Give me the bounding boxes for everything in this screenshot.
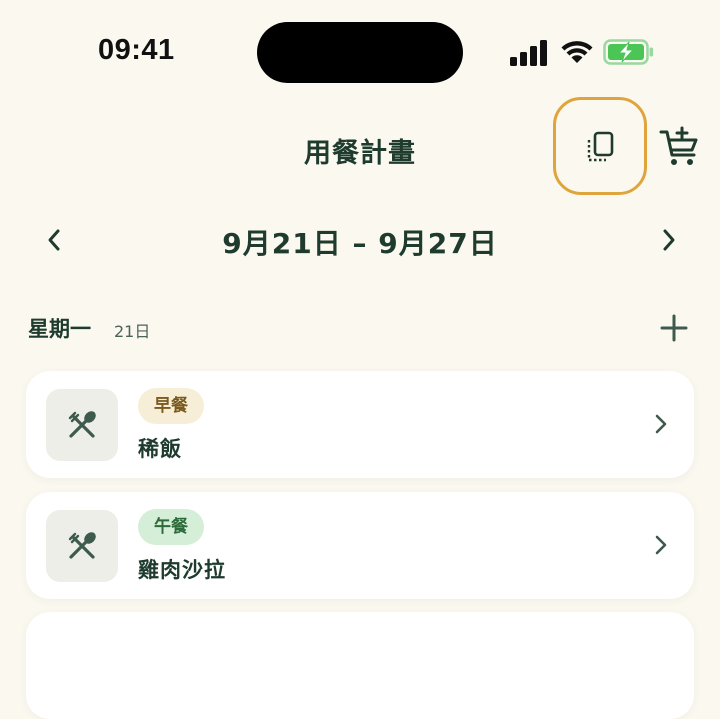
dynamic-island — [257, 22, 463, 83]
status-bar: 09:41 — [0, 0, 720, 100]
add-to-cart-button[interactable] — [658, 126, 702, 168]
chevron-right-icon — [655, 535, 667, 555]
day-date: 21日 — [114, 322, 151, 341]
meal-thumbnail — [46, 389, 118, 461]
meal-card-partial[interactable] — [26, 612, 694, 719]
add-to-cart-icon — [659, 126, 698, 165]
add-meal-button[interactable] — [660, 314, 688, 342]
battery-charging-icon — [603, 39, 653, 65]
fork-spoon-icon — [68, 411, 96, 438]
cellular-signal-icon — [510, 40, 547, 66]
copy-button[interactable] — [553, 97, 647, 195]
plus-icon — [660, 314, 688, 342]
meal-card-breakfast[interactable]: 早餐 稀飯 — [26, 371, 694, 478]
week-range-label: 9月21日 – 9月27日 — [222, 227, 498, 260]
day-header — [0, 305, 720, 351]
fork-spoon-icon — [68, 532, 96, 559]
meal-name: 雞肉沙拉 — [138, 558, 226, 582]
meal-type-badge: 午餐 — [138, 509, 204, 545]
day-name: 星期一 — [28, 317, 91, 341]
chevron-right-icon — [655, 414, 667, 434]
wifi-icon — [561, 41, 593, 63]
copy-icon — [587, 131, 614, 162]
meal-card-lunch[interactable]: 午餐 雞肉沙拉 — [26, 492, 694, 599]
next-week-button[interactable] — [659, 227, 679, 253]
chevron-right-icon — [663, 229, 675, 251]
meal-type-badge: 早餐 — [138, 388, 204, 424]
meal-thumbnail — [46, 510, 118, 582]
status-time: 09:41 — [98, 34, 175, 66]
meal-name: 稀飯 — [138, 437, 182, 461]
